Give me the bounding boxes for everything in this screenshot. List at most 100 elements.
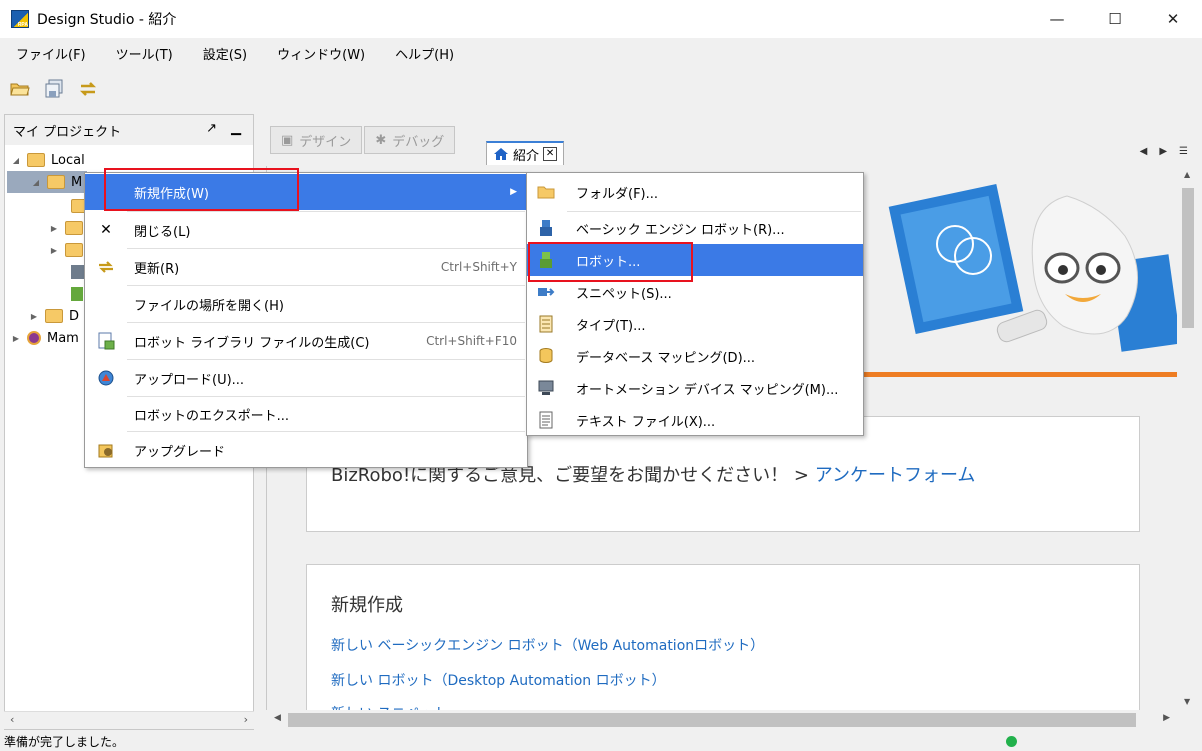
device-icon <box>71 265 85 279</box>
menu-item-label: アップグレード <box>134 444 226 460</box>
submenu-item-basic-engine-robot[interactable]: ベーシック エンジン ロボット(R)... <box>527 212 863 244</box>
menu-help[interactable]: ヘルプ(H) <box>379 44 468 63</box>
tab-design[interactable]: ▣ デザイン <box>270 126 363 154</box>
menu-window[interactable]: ウィンドウ(W) <box>261 44 379 63</box>
tab-label: デバッグ <box>392 134 445 150</box>
tree-item-local[interactable]: ◢ Local <box>11 149 85 171</box>
scroll-left-icon[interactable]: ◀ <box>274 713 281 723</box>
library-file-icon <box>97 332 115 350</box>
design-icon: ▣ <box>281 132 294 148</box>
submenu-item-text-file[interactable]: テキスト ファイル(X)... <box>527 404 863 436</box>
tree-item-selected[interactable]: ◢ M <box>7 171 87 193</box>
tree-item-label: M <box>71 174 83 190</box>
menu-item-open-location[interactable]: ファイルの場所を開く(H) <box>85 286 527 322</box>
menu-item-label: アップロード(U)... <box>134 372 245 388</box>
scroll-up-icon[interactable]: ▲ <box>1184 170 1190 179</box>
section-title: 新規作成 <box>331 595 403 616</box>
tree-item-label: Local <box>51 152 85 168</box>
expand-caret-icon[interactable]: ▶ <box>49 246 59 255</box>
scroll-thumb[interactable] <box>1182 188 1194 328</box>
menu-item-close[interactable]: ✕ 閉じる(L) <box>85 212 527 248</box>
new-basic-engine-robot-link[interactable]: 新しい ベーシックエンジン ロボット（Web Automationロボット） <box>331 635 764 655</box>
tree-item-d[interactable]: ▶ D <box>29 305 79 327</box>
toolbar <box>0 70 100 108</box>
management-console-icon <box>27 331 41 345</box>
tree-item-label: D <box>69 308 80 324</box>
refresh-icon <box>97 258 115 276</box>
expand-caret-icon[interactable]: ◢ <box>31 178 41 187</box>
menu-item-export-robot[interactable]: ロボットのエクスポート... <box>85 397 527 431</box>
minimize-button[interactable]: — <box>1028 0 1086 38</box>
scroll-thumb[interactable] <box>288 713 1136 727</box>
project-panel-scrollbar[interactable]: ‹ › <box>4 711 254 729</box>
menu-item-generate-library[interactable]: ロボット ライブラリ ファイルの生成(C) Ctrl+Shift+F10 <box>85 323 527 359</box>
new-create-card: 新規作成 新しい ベーシックエンジン ロボット（Web Automationロボ… <box>306 564 1140 724</box>
tab-next-icon[interactable]: ▶ <box>1159 146 1167 157</box>
minimize-panel-icon[interactable]: ▁ <box>231 121 241 136</box>
folder-icon <box>537 183 555 201</box>
basic-robot-icon <box>537 219 555 237</box>
save-all-icon[interactable] <box>42 77 66 101</box>
tree-item[interactable]: ▶ <box>49 217 89 239</box>
submenu-item-label: スニペット(S)... <box>576 286 672 302</box>
tree-item[interactable] <box>71 261 85 283</box>
tab-label: デザイン <box>299 134 352 150</box>
submenu-item-device-mapping[interactable]: オートメーション デバイス マッピング(M)... <box>527 372 863 404</box>
open-folder-icon[interactable] <box>8 77 32 101</box>
status-bar: 準備が完了しました。 <box>0 731 1202 751</box>
submenu-arrow-icon: ▶ <box>510 187 517 197</box>
scroll-left-icon[interactable]: ‹ <box>10 713 14 726</box>
menu-item-upload[interactable]: アップロード(U)... <box>85 360 527 396</box>
maximize-button[interactable]: ☐ <box>1086 0 1144 38</box>
status-text: 準備が完了しました。 <box>4 734 125 749</box>
close-button[interactable]: ✕ <box>1144 0 1202 38</box>
expand-caret-icon[interactable]: ▶ <box>11 334 21 343</box>
tab-prev-icon[interactable]: ◀ <box>1140 146 1148 157</box>
submenu-item-folder[interactable]: フォルダ(F)... <box>527 174 863 210</box>
menu-item-label: 閉じる(L) <box>134 224 191 240</box>
menu-bar: ファイル(F) ツール(T) 設定(S) ウィンドウ(W) ヘルプ(H) <box>0 38 1202 68</box>
submenu-item-label: フォルダ(F)... <box>576 186 659 202</box>
device-mapping-icon <box>537 379 555 397</box>
tab-introduction[interactable]: 紹介 ✕ <box>486 141 565 165</box>
bug-icon: ✱ <box>375 132 387 148</box>
home-icon <box>494 148 508 160</box>
survey-link[interactable]: アンケートフォーム <box>815 465 976 486</box>
tab-debug[interactable]: ✱ デバッグ <box>364 126 456 154</box>
menu-item-refresh[interactable]: 更新(R) Ctrl+Shift+Y <box>85 249 527 285</box>
content-horizontal-scrollbar[interactable]: ◀ ▶ <box>270 710 1178 730</box>
menu-file[interactable]: ファイル(F) <box>0 44 100 63</box>
tab-list-icon[interactable]: ☰ <box>1179 146 1188 157</box>
menu-item-label: 更新(R) <box>134 261 180 277</box>
folder-icon <box>47 175 65 189</box>
refresh-icon[interactable] <box>76 77 100 101</box>
snippet-icon <box>537 283 555 301</box>
close-tab-icon[interactable]: ✕ <box>543 147 558 161</box>
scroll-right-icon[interactable]: ▶ <box>1163 713 1170 723</box>
new-submenu: フォルダ(F)... ベーシック エンジン ロボット(R)... ロボット...… <box>526 172 864 436</box>
scroll-right-icon[interactable]: › <box>244 713 248 726</box>
expand-caret-icon[interactable]: ◢ <box>11 156 21 165</box>
title-bar: Design Studio - 紹介 — ☐ ✕ <box>0 0 1202 38</box>
pin-icon[interactable]: ↗ <box>206 121 217 136</box>
project-panel-title: マイ プロジェクト <box>13 124 122 140</box>
robot-icon <box>71 287 83 301</box>
scroll-down-icon[interactable]: ▼ <box>1184 697 1190 706</box>
project-panel-header: マイ プロジェクト ↗ ▁ <box>5 115 253 145</box>
tree-item[interactable]: ▶ <box>49 239 89 261</box>
status-indicator-icon <box>1006 736 1017 747</box>
content-vertical-scrollbar[interactable]: ▲ ▼ <box>1178 166 1198 710</box>
project-folder-icon <box>27 153 45 167</box>
submenu-item-type[interactable]: タイプ(T)... <box>527 308 863 340</box>
menu-tools[interactable]: ツール(T) <box>100 44 187 63</box>
tab-navigation: ◀ ▶ ☰ <box>1140 146 1188 157</box>
tree-item-mam[interactable]: ▶ Mam <box>11 327 79 349</box>
expand-caret-icon[interactable]: ▶ <box>29 312 39 321</box>
menu-settings[interactable]: 設定(S) <box>187 44 261 63</box>
menu-item-upgrade[interactable]: アップグレード <box>85 432 527 468</box>
submenu-item-database-mapping[interactable]: データベース マッピング(D)... <box>527 340 863 372</box>
expand-caret-icon[interactable]: ▶ <box>49 224 59 233</box>
menu-item-shortcut: Ctrl+Shift+Y <box>440 260 517 274</box>
new-robot-link[interactable]: 新しい ロボット（Desktop Automation ロボット） <box>331 670 666 690</box>
tree-item[interactable] <box>71 283 83 305</box>
